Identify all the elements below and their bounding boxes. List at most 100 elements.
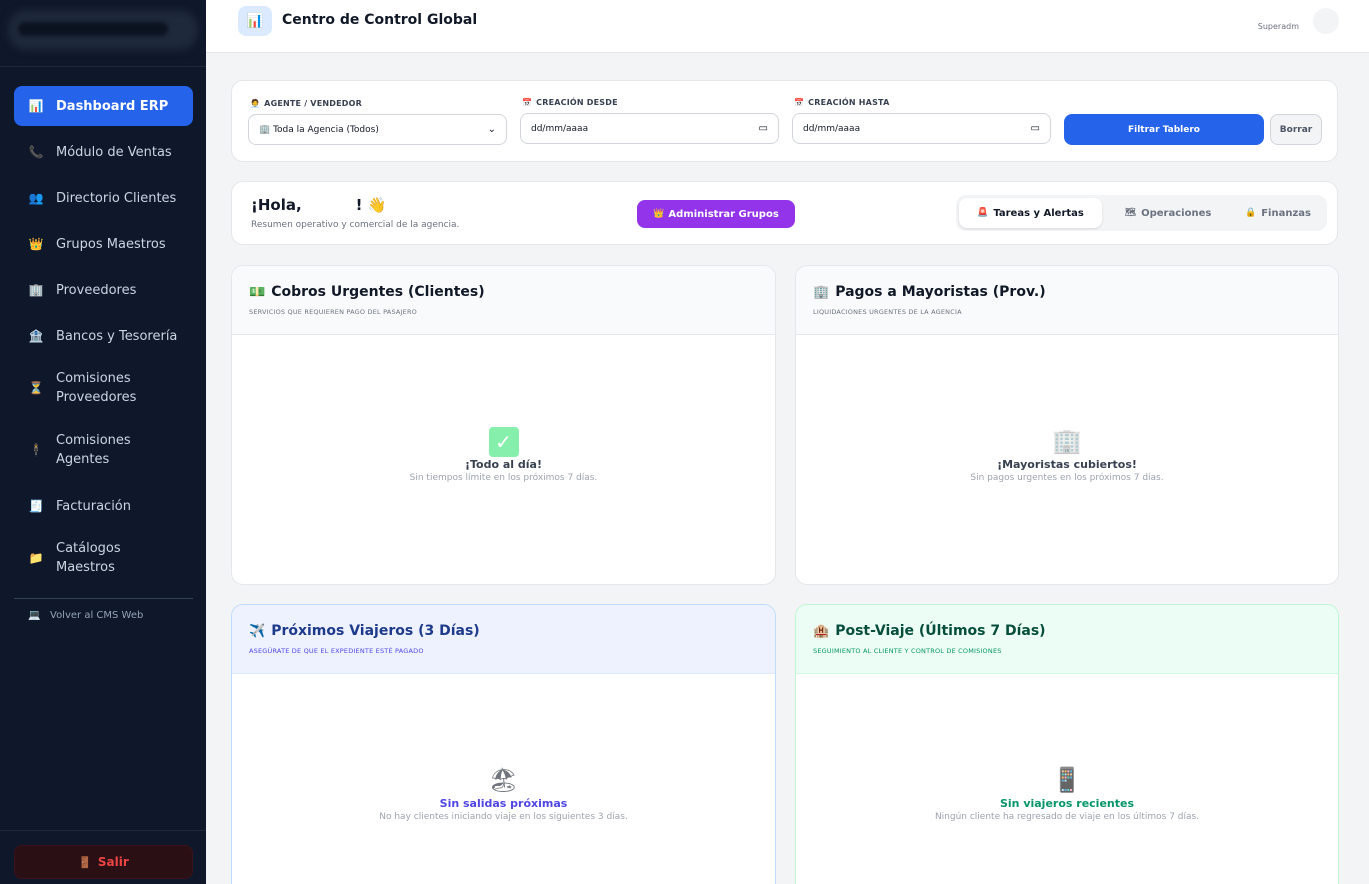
calendar-icon: 📅 [522,98,533,107]
receipt-icon: 🧾 [28,499,44,513]
building-icon: 🏢 [813,285,830,300]
agent-select[interactable]: 🏢 Toda la Agencia (Todos) ⌄ [248,114,507,145]
empty-state: 🏢 ¡Mayoristas cubiertos! Sin pagos urgen… [796,424,1338,483]
agent-icon: 🧑‍💼 [250,99,261,108]
filter-dashboard-button[interactable]: Filtrar Tablero [1064,114,1264,145]
empty-title: ¡Todo al día! [465,458,542,471]
bar-chart-icon: 📊 [28,99,44,113]
card-header: 💵 Cobros Urgentes (Clientes) SERVICIOS QU… [232,266,775,335]
empty-title: Sin salidas próximas [439,797,568,810]
folder-icon: 📁 [28,551,44,565]
calendar-picker-icon[interactable]: ▭ [759,123,768,134]
empty-title: Sin viajeros recientes [999,797,1135,810]
check-icon: ✓ [232,424,775,458]
card-title: 🏢 Pagos a Mayoristas (Prov.) [813,284,1046,300]
sidebar-item-dashboard[interactable]: 📊 Dashboard ERP [14,86,193,126]
date-from-input[interactable]: dd/mm/aaaa ▭ [520,113,779,144]
beach-umbrella-icon: 🏖 [488,766,519,794]
greeting-panel: ¡Hola,! 👋 Resumen operativo y comercial … [231,181,1338,245]
sidebar-item-billing[interactable]: 🧾 Facturación [14,486,193,526]
calendar-icon: 📅 [794,98,805,107]
card-upcoming-travelers: ✈️ Próximos Viajeros (3 Días) ASEGÚRATE D… [231,604,776,884]
date-from-label: 📅 CREACIÓN DESDE [522,98,618,107]
chevron-down-icon: ⌄ [487,124,496,135]
logout-label: Salir [97,855,129,869]
airplane-icon: ✈️ [249,624,266,639]
date-to-input[interactable]: dd/mm/aaaa ▭ [792,113,1051,144]
brand-logo[interactable] [0,0,206,67]
logout-button[interactable]: 🚪 Salir [14,845,193,879]
top-header: 📊 Centro de Control Global Superadm [206,0,1369,53]
manage-groups-button[interactable]: 👑 Administrar Grupos [637,200,795,228]
greeting-title: ¡Hola,! 👋 [251,196,387,214]
card-subtitle: ASEGÚRATE DE QUE EL EXPEDIENTE ESTÉ PAGA… [249,647,424,655]
bank-icon: 🏦 [28,329,44,343]
sidebar-item-label: Comisiones Proveedores [56,371,137,405]
agent-filter-label: 🧑‍💼 AGENTE / VENDEDOR [250,99,362,108]
date-to-placeholder: dd/mm/aaaa [803,123,861,134]
tab-tasks-alerts[interactable]: 🚨 Tareas y Alertas [959,198,1102,228]
sidebar-item-label: Directorio Clientes [56,190,177,206]
phone-icon: 📞 [28,145,44,159]
sidebar-item-label: Comisiones Agentes [56,433,131,467]
sidebar-item-banks[interactable]: 🏦 Bancos y Tesorería [14,316,193,356]
computer-icon: 💻 [28,610,41,621]
back-to-cms-link[interactable]: 💻 Volver al CMS Web [28,610,143,621]
page-title: Centro de Control Global [282,12,478,28]
agent-select-value: 🏢 Toda la Agencia (Todos) [259,124,379,135]
empty-description: Sin tiempos límite en los próximos 7 día… [409,473,598,483]
card-subtitle: LIQUIDACIONES URGENTES DE LA AGENCIA [813,308,962,316]
card-wholesaler-payments: 🏢 Pagos a Mayoristas (Prov.) LIQUIDACIONE… [795,265,1339,585]
sidebar-item-label: Grupos Maestros [56,236,166,252]
sidebar-item-label: Proveedores [56,282,137,298]
manage-groups-label: Administrar Grupos [668,208,779,220]
filter-panel: 🧑‍💼 AGENTE / VENDEDOR 🏢 Toda la Agencia (… [231,80,1338,162]
empty-description: No hay clientes iniciando viaje en los s… [379,812,628,822]
card-title: ✈️ Próximos Viajeros (3 Días) [249,623,480,639]
sidebar-item-provider-commissions[interactable]: ⏳ Comisiones Proveedores [14,362,193,414]
empty-state: ✓ ¡Todo al día! Sin tiempos límite en lo… [232,424,775,483]
date-to-label: 📅 CREACIÓN HASTA [794,98,890,107]
building-icon: 🏢 [1052,427,1082,455]
sidebar-item-catalogs[interactable]: 📁 Catálogos Maestros [14,532,193,584]
building-icon: 🏢 [28,283,44,297]
bar-chart-icon: 📊 [238,6,272,36]
siren-icon: 🚨 [977,208,989,218]
sidebar-item-providers[interactable]: 🏢 Proveedores [14,270,193,310]
sidebar-item-clients[interactable]: 👥 Directorio Clientes [14,178,193,218]
people-icon: 👥 [28,191,44,205]
sidebar-item-sales[interactable]: 📞 Módulo de Ventas [14,132,193,172]
hotel-icon: 🏨 [813,624,830,639]
sidebar-item-groups[interactable]: 👑 Grupos Maestros [14,224,193,264]
money-icon: 💵 [249,285,266,300]
crown-icon: 👑 [28,237,44,251]
card-header: ✈️ Próximos Viajeros (3 Días) ASEGÚRATE D… [232,605,775,674]
wave-icon: 👋 [367,196,387,214]
card-post-trip: 🏨 Post-Viaje (Últimos 7 Días) SEGUIMIENTO… [795,604,1339,884]
card-header: 🏨 Post-Viaje (Últimos 7 Días) SEGUIMIENTO… [796,605,1338,674]
avatar[interactable] [1313,8,1339,34]
tab-operations[interactable]: 🗺 Operaciones [1108,198,1228,228]
tab-finances[interactable]: 🔒 Finanzas [1232,198,1324,228]
empty-description: Sin pagos urgentes en los próximos 7 día… [970,473,1164,483]
sidebar-item-label: Módulo de Ventas [56,144,172,160]
phone-device-icon: 📱 [1052,766,1082,794]
sidebar-footer-divider [0,830,206,831]
sidebar-item-label: Dashboard ERP [56,98,169,114]
agent-icon: 🕴 [28,443,44,457]
back-link-label: Volver al CMS Web [50,610,144,621]
door-icon: 🚪 [78,855,92,869]
lock-icon: 🔒 [1245,208,1257,218]
card-title: 🏨 Post-Viaje (Últimos 7 Días) [813,623,1046,639]
empty-state: 🏖 Sin salidas próximas No hay clientes i… [232,763,775,822]
calendar-picker-icon[interactable]: ▭ [1031,123,1040,134]
card-subtitle: SEGUIMIENTO AL CLIENTE Y CONTROL DE COMI… [813,647,1002,655]
card-header: 🏢 Pagos a Mayoristas (Prov.) LIQUIDACIONE… [796,266,1338,335]
clear-filters-button[interactable]: Borrar [1270,114,1322,145]
map-icon: 🗺 [1124,208,1137,218]
empty-description: Ningún cliente ha regresado de viaje en … [934,812,1200,822]
sidebar-item-agent-commissions[interactable]: 🕴 Comisiones Agentes [14,424,193,476]
sidebar-item-label: Facturación [56,498,131,514]
dashboard-tabs: 🚨 Tareas y Alertas 🗺 Operaciones 🔒 Finan… [956,195,1327,231]
crown-icon: 👑 [653,209,665,219]
